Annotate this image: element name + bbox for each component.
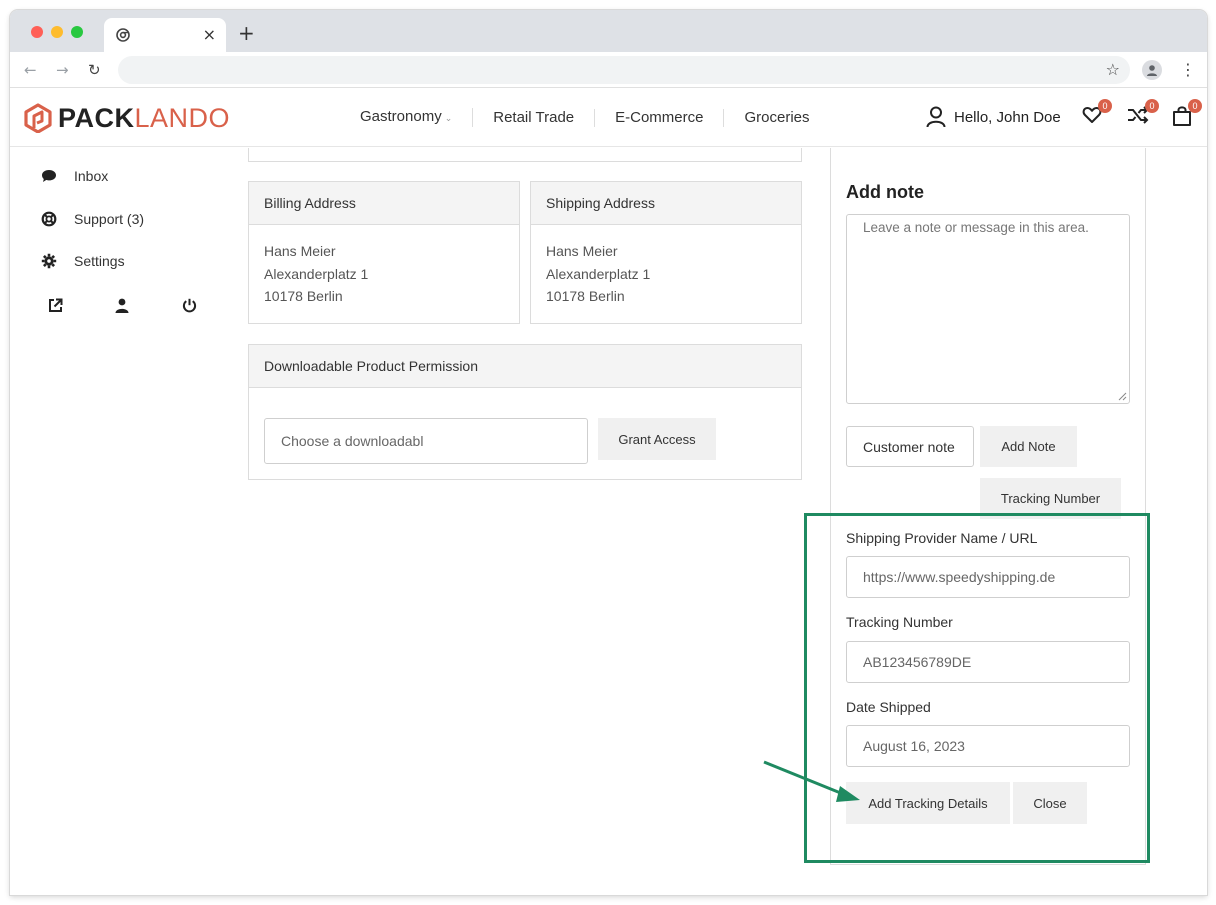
nav-retail-trade-label: Retail Trade <box>493 108 575 126</box>
compare-count-badge: 0 <box>1145 99 1159 113</box>
sidebar-actions <box>48 298 208 318</box>
downloadable-product-placeholder: Choose a downloadabl <box>281 433 424 449</box>
add-note-label: Add Note <box>1001 439 1056 454</box>
browser-toolbar: ← → ↻ ☆ ⋮ <box>10 52 1207 88</box>
forward-icon[interactable]: → <box>56 61 69 79</box>
billing-name: Hans Meier <box>264 243 336 259</box>
profile-icon <box>1147 65 1157 76</box>
nav-e-commerce-label: E-Commerce <box>615 108 704 126</box>
chat-bubble-icon <box>40 169 58 183</box>
nav-gastronomy-label: Gastronomy <box>360 108 442 125</box>
bookmark-star-icon[interactable]: ☆ <box>1106 60 1120 79</box>
power-icon[interactable] <box>182 298 197 318</box>
user-account-link[interactable]: Hello, John Doe <box>926 106 1061 128</box>
reload-icon[interactable]: ↻ <box>88 61 101 79</box>
address-bar[interactable]: ☆ <box>118 56 1130 84</box>
logo-text-lando: LANDO <box>134 102 231 133</box>
logo-text-pack: PACK <box>58 102 135 133</box>
packlando-logo[interactable]: PACK LANDO <box>24 102 230 134</box>
downloadable-permission-title: Downloadable Product Permission <box>249 345 801 388</box>
shipping-address-card: Shipping Address Hans Meier Alexanderpla… <box>530 181 802 324</box>
tracking-highlight-box <box>804 513 1150 863</box>
chevron-down-icon: ⌄ <box>444 113 453 123</box>
external-link-icon[interactable] <box>48 298 63 318</box>
compare-button[interactable]: 0 <box>1127 99 1159 130</box>
browser-tab[interactable]: × <box>104 18 226 52</box>
nav-e-commerce[interactable]: E-Commerce <box>595 108 725 127</box>
close-window-button[interactable] <box>31 26 43 38</box>
note-type-value: Customer note <box>863 438 955 455</box>
profile-avatar[interactable] <box>1142 60 1162 80</box>
shipping-name: Hans Meier <box>546 243 618 259</box>
user-greeting: Hello, John Doe <box>954 108 1061 126</box>
browser-menu-icon[interactable]: ⋮ <box>1180 60 1196 79</box>
grant-access-button[interactable]: Grant Access <box>598 418 716 460</box>
logo-mark-icon <box>24 103 52 133</box>
tracking-number-button-label: Tracking Number <box>1000 491 1101 506</box>
billing-address-card: Billing Address Hans Meier Alexanderplat… <box>248 181 520 324</box>
user-profile-icon[interactable] <box>115 298 129 318</box>
tab-close-icon[interactable]: × <box>203 25 216 44</box>
shipping-street: Alexanderplatz 1 <box>546 265 651 282</box>
grant-access-label: Grant Access <box>618 431 696 447</box>
sidebar-item-settings[interactable]: Settings <box>40 253 125 269</box>
sidebar-item-label: Inbox <box>74 168 109 184</box>
billing-address-title: Billing Address <box>249 182 519 225</box>
arrow-annotation-icon <box>763 760 860 802</box>
cart-count-badge: 0 <box>1188 99 1202 113</box>
gear-icon <box>40 253 58 269</box>
note-textarea[interactable]: Leave a note or message in this area. <box>846 214 1130 404</box>
billing-address-body: Hans Meier Alexanderplatz 1 10178 Berlin <box>249 225 519 323</box>
note-placeholder: Leave a note or message in this area. <box>863 220 1089 235</box>
shipping-city: 10178 Berlin <box>546 288 625 304</box>
tab-strip: × + <box>10 10 1207 52</box>
cart-button[interactable]: 0 <box>1172 99 1202 132</box>
wishlist-count-badge: 0 <box>1098 99 1112 113</box>
nav-gastronomy[interactable]: Gastronomy ⌄ <box>340 108 474 127</box>
main-navigation: Gastronomy ⌄ Retail Trade E-Commerce Groc… <box>340 108 830 127</box>
nav-retail-trade[interactable]: Retail Trade <box>473 108 596 127</box>
nav-groceries[interactable]: Groceries <box>724 109 829 127</box>
maximize-window-button[interactable] <box>71 26 83 38</box>
shipping-address-title: Shipping Address <box>531 182 801 225</box>
new-tab-button[interactable]: + <box>238 21 255 45</box>
user-icon <box>926 106 946 128</box>
sidebar-item-inbox[interactable]: Inbox <box>40 168 108 184</box>
minimize-window-button[interactable] <box>51 26 63 38</box>
chrome-icon <box>116 28 130 42</box>
shipping-address-body: Hans Meier Alexanderplatz 1 10178 Berlin <box>531 225 801 323</box>
site-header: PACK LANDO Gastronomy ⌄ Retail Trade E-Co… <box>10 89 1207 147</box>
downloadable-product-select[interactable]: Choose a downloadabl <box>264 418 588 464</box>
sidebar-item-label: Settings <box>74 253 125 269</box>
back-icon[interactable]: ← <box>24 61 37 79</box>
add-note-button[interactable]: Add Note <box>980 426 1077 467</box>
billing-city: 10178 Berlin <box>264 288 343 304</box>
sidebar-item-label: Support (3) <box>74 211 145 227</box>
lifebuoy-icon <box>40 211 58 227</box>
resize-grip-icon[interactable] <box>1118 392 1127 401</box>
note-type-select[interactable]: Customer note <box>846 426 974 467</box>
nav-groceries-label: Groceries <box>744 108 810 126</box>
sidebar-item-support[interactable]: Support (3) <box>40 211 144 227</box>
add-note-title: Add note <box>846 182 924 202</box>
previous-card-bottom <box>248 148 802 162</box>
billing-street: Alexanderplatz 1 <box>264 265 369 282</box>
wishlist-button[interactable]: 0 <box>1082 99 1112 130</box>
